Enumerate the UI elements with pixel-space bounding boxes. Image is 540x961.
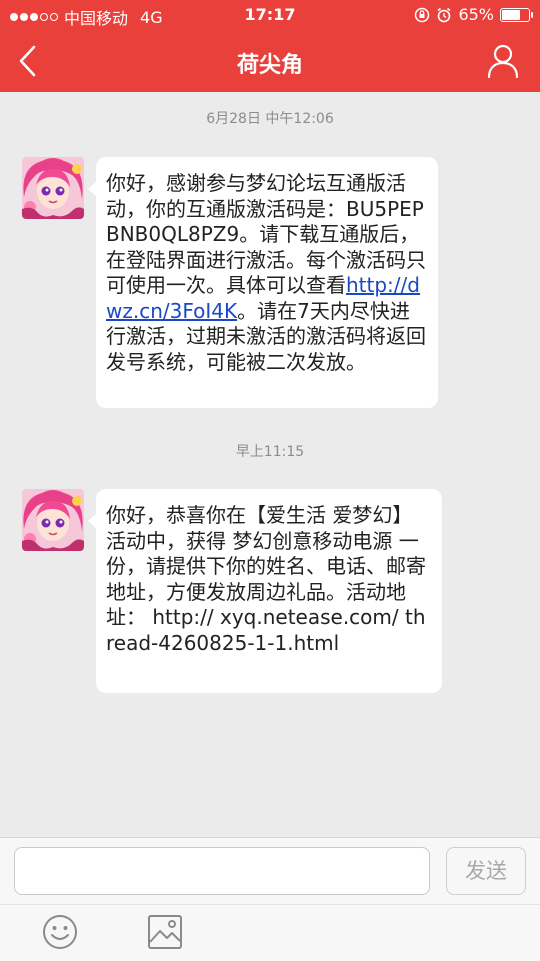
- rotation-lock-icon: [415, 7, 430, 22]
- message-bubble: 你好，恭喜你在【爱生活 爱梦幻】活动中，获得 梦幻创意移动电源 一份，请提供下你…: [88, 489, 442, 693]
- message-timestamp: 6月28日 中午12:06: [206, 111, 334, 127]
- emoji-button[interactable]: [42, 914, 78, 950]
- message-timestamp: 早上11:15: [235, 444, 305, 460]
- composer: 发送: [0, 837, 540, 961]
- nav-bar: 荷尖角: [0, 30, 540, 92]
- avatar[interactable]: [22, 157, 84, 219]
- alarm-icon: [437, 7, 451, 22]
- send-button[interactable]: 发送: [446, 847, 526, 895]
- avatar-image: [22, 157, 84, 219]
- image-icon: [148, 915, 182, 949]
- divider: [0, 904, 540, 905]
- status-bar: 中国移动 4G 17:17 65%: [0, 0, 540, 30]
- contact-button[interactable]: [486, 43, 520, 79]
- page-title: 荷尖角: [236, 53, 303, 78]
- message-input[interactable]: [14, 847, 430, 895]
- image-button[interactable]: [147, 914, 183, 950]
- avatar-image: [22, 489, 84, 551]
- battery-icon: [500, 7, 533, 22]
- message-bubble: 你好，感谢参与梦幻论坛互通版活动，你的互通版激活码是：BU5PEPBNB0QL8…: [88, 157, 438, 408]
- battery-percent: 65%: [458, 5, 494, 24]
- status-right: 65%: [414, 5, 533, 24]
- avatar[interactable]: [22, 489, 84, 551]
- emoji-icon: [43, 915, 77, 949]
- message-text: 你好，恭喜你在【爱生活 爱梦幻】活动中，获得 梦幻创意移动电源 一份，请提供下你…: [106, 503, 426, 655]
- person-icon: [487, 44, 519, 79]
